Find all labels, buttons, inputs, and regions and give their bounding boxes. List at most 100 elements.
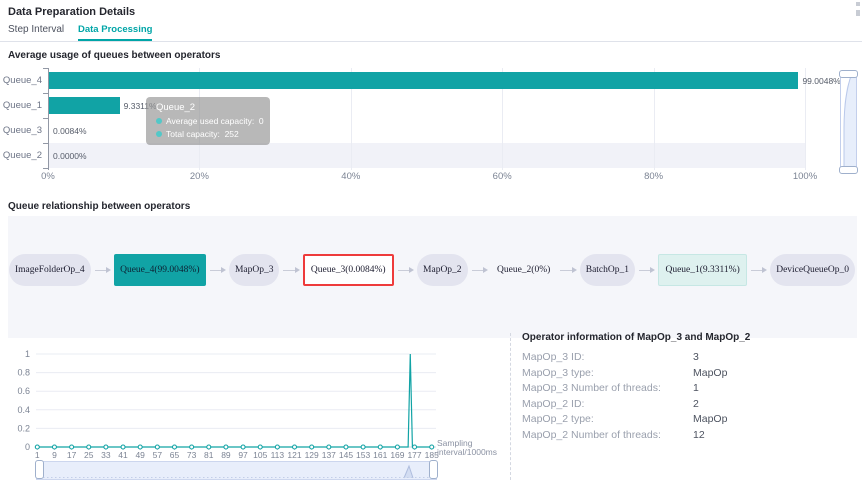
line-chart-axis-label: Samplinginterval/1000ms (437, 439, 501, 457)
svg-text:177: 177 (407, 450, 421, 460)
bar-category-label: Queue_1 (0, 100, 42, 111)
x-axis-tick-label: 0% (28, 171, 68, 182)
y-axis-tick (43, 168, 48, 169)
svg-text:121: 121 (287, 450, 301, 460)
info-row-label: MapOp_3 ID: (522, 351, 584, 363)
svg-text:137: 137 (322, 450, 336, 460)
svg-text:97: 97 (238, 450, 248, 460)
y-axis-tick (43, 143, 48, 144)
info-row-label: MapOp_2 Number of threads: (522, 429, 661, 441)
tooltip-title: Queue_2 (156, 102, 264, 113)
tooltip-row: Total capacity: 252 (156, 129, 264, 139)
flow-node-mapop_2[interactable]: MapOp_2 (417, 254, 468, 286)
flow-arrow (206, 254, 229, 286)
flow-node-mapop_3[interactable]: MapOp_3 (229, 254, 280, 286)
tooltip-row: Average used capacity: 0 (156, 116, 264, 126)
flow-title: Queue relationship between operators (8, 201, 190, 212)
svg-text:0.6: 0.6 (17, 386, 30, 396)
svg-text:1: 1 (25, 349, 30, 359)
flow-node-queue_1[interactable]: Queue_1(9.3311%) (658, 254, 746, 286)
flow-arrow (394, 254, 417, 286)
info-row-value: 3 (693, 351, 699, 363)
svg-text:113: 113 (271, 450, 285, 460)
bar-value-label: 0.0000% (53, 151, 87, 161)
bar-queue_4[interactable] (49, 72, 798, 89)
bar-value-label: 0.0084% (53, 126, 87, 136)
flow-arrow (91, 254, 114, 286)
x-axis-tick-label: 100% (785, 171, 825, 182)
info-row-value: 12 (693, 429, 705, 441)
flow-node-batchop_1[interactable]: BatchOp_1 (580, 254, 635, 286)
info-row-value: MapOp (693, 367, 727, 379)
svg-text:169: 169 (390, 450, 404, 460)
info-row-label: MapOp_2 ID: (522, 398, 584, 410)
data-zoom-handle-bottom[interactable] (839, 166, 858, 174)
svg-text:25: 25 (84, 450, 94, 460)
data-zoom-handle-right[interactable] (429, 460, 438, 479)
info-row-label: MapOp_2 type: (522, 413, 594, 425)
series-dot (156, 118, 162, 124)
data-zoom-handle-left[interactable] (35, 460, 44, 479)
svg-text:0.8: 0.8 (17, 368, 30, 378)
flow-arrow (279, 254, 302, 286)
y-axis-tick (43, 93, 48, 94)
svg-text:153: 153 (356, 450, 370, 460)
scrollbar-thumb[interactable] (856, 10, 860, 16)
svg-text:1: 1 (35, 450, 40, 460)
x-axis-tick-label: 80% (634, 171, 674, 182)
svg-text:81: 81 (204, 450, 214, 460)
flow-arrow (635, 254, 658, 286)
vertical-data-zoom-slider[interactable] (840, 72, 857, 172)
svg-text:9: 9 (52, 450, 57, 460)
bar-value-label: 99.0048% (802, 76, 840, 86)
svg-text:89: 89 (221, 450, 231, 460)
info-row-value: 2 (693, 398, 699, 410)
info-row-value: 1 (693, 382, 699, 394)
queue-relationship-panel: ImageFolderOp_4 Queue_4(99.0048%) MapOp_3 Q… (8, 216, 857, 338)
info-row-label: MapOp_3 Number of threads: (522, 382, 661, 394)
svg-text:129: 129 (305, 450, 319, 460)
data-zoom-handle-top[interactable] (839, 70, 858, 78)
bar-category-label: Queue_3 (0, 125, 42, 136)
info-row-label: MapOp_3 type: (522, 367, 594, 379)
flow-node-imagefolderop_4[interactable]: ImageFolderOp_4 (9, 254, 91, 286)
svg-text:57: 57 (153, 450, 163, 460)
data-zoom-mini-profile (37, 462, 436, 479)
flow-arrow (556, 254, 579, 286)
svg-text:73: 73 (187, 450, 197, 460)
bar-queue_1[interactable] (49, 97, 120, 114)
data-preparation-details-page: Data Preparation Details Step Interval D… (0, 0, 862, 483)
info-panel-divider (510, 333, 511, 480)
svg-text:17: 17 (67, 450, 77, 460)
info-panel-title: Operator information of MapOp_3 and MapO… (522, 332, 750, 343)
data-zoom-shadow (841, 73, 856, 171)
svg-text:33: 33 (101, 450, 111, 460)
svg-text:105: 105 (253, 450, 267, 460)
svg-text:0.2: 0.2 (17, 423, 30, 433)
scrollbar-arrow[interactable] (856, 2, 860, 6)
info-row-value: MapOp (693, 413, 727, 425)
bar-category-label: Queue_4 (0, 75, 42, 86)
svg-text:145: 145 (339, 450, 353, 460)
flow-arrow (468, 254, 491, 286)
svg-text:65: 65 (170, 450, 180, 460)
svg-text:0: 0 (25, 442, 30, 452)
flow-node-queue_2[interactable]: Queue_2(0%) (491, 254, 556, 286)
x-axis-tick-label: 40% (331, 171, 371, 182)
flow-node-queue_4[interactable]: Queue_4(99.0048%) (114, 254, 205, 286)
svg-text:41: 41 (118, 450, 128, 460)
x-axis-tick-label: 20% (179, 171, 219, 182)
flow-node-devicequeueop_0[interactable]: DeviceQueueOp_0 (770, 254, 855, 286)
svg-text:0.4: 0.4 (17, 405, 30, 415)
y-axis-tick (43, 118, 48, 119)
flow-arrow (747, 254, 770, 286)
horizontal-data-zoom-slider[interactable] (36, 461, 437, 480)
flow-node-queue_3[interactable]: Queue_3(0.0084%) (303, 254, 394, 286)
y-axis-tick (43, 68, 48, 69)
series-dot (156, 131, 162, 137)
hovered-row-highlight (49, 143, 805, 168)
x-axis-tick-label: 60% (482, 171, 522, 182)
queue-usage-bar-chart: 0% 20% 40% 60% 80% 100% Queue_4 99.0048% Queue_1… (0, 0, 862, 190)
bar-category-label: Queue_2 (0, 150, 42, 161)
svg-text:49: 49 (135, 450, 145, 460)
